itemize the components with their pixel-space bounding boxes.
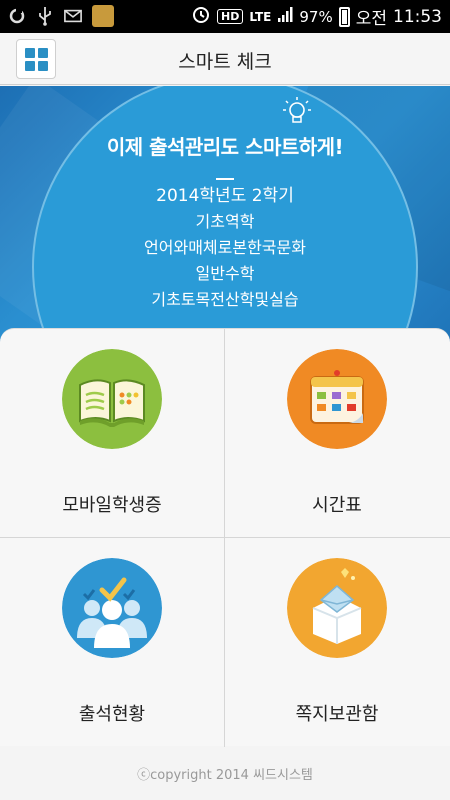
copyright-text: ⓒcopyright 2014 씨드시스템 bbox=[137, 768, 313, 783]
mobile-student-id-button[interactable]: 모바일학생증 bbox=[0, 329, 224, 537]
app-bar: 스마트 체크 bbox=[0, 33, 450, 85]
message-box-icon bbox=[287, 558, 387, 658]
menu-panel: 모바일학생증 시간표 출석현황 쪽지보관함 bbox=[0, 328, 450, 747]
battery-percent: 97% bbox=[299, 7, 333, 26]
app-title: 스마트 체크 bbox=[178, 51, 272, 73]
signal-icon bbox=[277, 5, 293, 28]
tile-label: 출석현황 bbox=[78, 704, 146, 725]
network-type: LTE bbox=[249, 9, 272, 24]
attendance-status-button[interactable]: 출석현황 bbox=[0, 538, 224, 746]
course-item: 기초역학 bbox=[195, 212, 255, 231]
alarm-icon bbox=[191, 4, 211, 29]
course-item: 일반수학 bbox=[195, 264, 255, 283]
hero-slogan: 이제 출석관리도 스마트하게! bbox=[106, 135, 344, 159]
semester-label: 2014학년도 2학기 bbox=[156, 186, 294, 206]
students-check-icon bbox=[62, 558, 162, 658]
divider bbox=[216, 178, 234, 180]
tile-label: 모바일학생증 bbox=[62, 495, 162, 516]
open-book-icon bbox=[62, 349, 162, 449]
course-item: 기초토목전산학및실습 bbox=[151, 290, 299, 309]
notes-app-icon bbox=[92, 5, 114, 27]
clock-time: 11:53 bbox=[393, 6, 442, 27]
hd-voice-badge: HD bbox=[216, 9, 244, 24]
app-notification-icon bbox=[8, 6, 26, 26]
clock-ampm: 오전 bbox=[355, 9, 387, 29]
usb-icon bbox=[36, 6, 54, 26]
tile-label: 쪽지보관함 bbox=[295, 704, 379, 725]
system-icons: HD LTE 97% 오전 11:53 bbox=[191, 4, 442, 29]
battery-icon bbox=[338, 6, 350, 27]
mail-icon bbox=[64, 6, 82, 26]
status-bar: HD LTE 97% 오전 11:53 bbox=[0, 0, 450, 33]
calendar-icon bbox=[287, 349, 387, 449]
timetable-button[interactable]: 시간표 bbox=[225, 329, 449, 537]
hero-banner: 이제 출석관리도 스마트하게! 2014학년도 2학기 기초역학 언어와매체로본… bbox=[0, 86, 450, 348]
course-item: 언어와매체로본한국문화 bbox=[144, 238, 306, 257]
notification-icons bbox=[8, 5, 114, 27]
message-box-button[interactable]: 쪽지보관함 bbox=[225, 538, 449, 746]
lightbulb-icon bbox=[283, 97, 311, 123]
tile-label: 시간표 bbox=[312, 495, 362, 516]
